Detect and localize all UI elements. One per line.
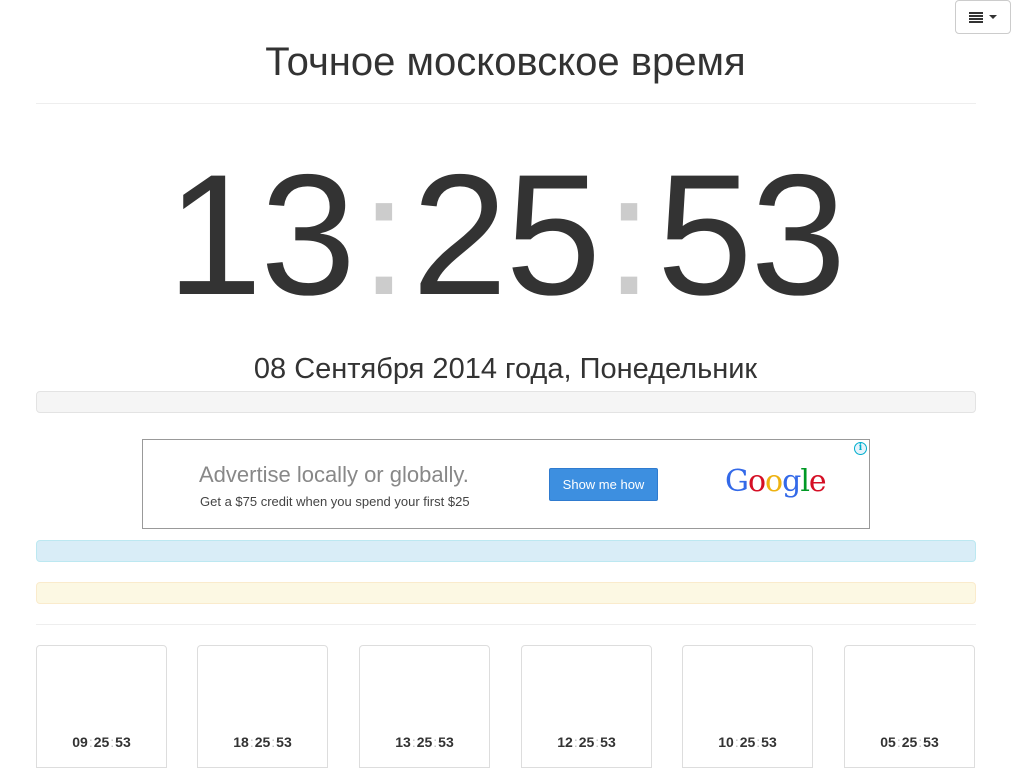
city-clock-separator: : xyxy=(88,734,93,750)
city-clock-hours: 09 xyxy=(72,734,88,750)
ad-show-me-how-button[interactable]: Show me how xyxy=(549,468,658,501)
city-clock-card[interactable]: 18:25:53 xyxy=(197,645,328,768)
city-clock-card[interactable]: 09:25:53 xyxy=(36,645,167,768)
city-clock-hours: 12 xyxy=(557,734,573,750)
clock-separator: : xyxy=(360,139,408,331)
divider xyxy=(36,624,976,625)
city-clock-card[interactable]: 05:25:53 xyxy=(844,645,975,768)
city-clock-separator: : xyxy=(734,734,739,750)
city-clock-hours: 13 xyxy=(395,734,411,750)
ad-info-icon[interactable]: i xyxy=(854,442,867,455)
google-logo-letter: g xyxy=(782,464,801,499)
city-clock-seconds: 53 xyxy=(761,734,777,750)
city-clock-card[interactable]: 13:25:53 xyxy=(359,645,490,768)
city-clock-separator: : xyxy=(110,734,115,750)
city-clock-separator: : xyxy=(249,734,254,750)
main-clock: 13 : 25 : 53 xyxy=(0,139,1011,331)
city-clock-hours: 18 xyxy=(233,734,249,750)
city-clock-time: 10:25:53 xyxy=(683,734,812,750)
google-logo-letter: G xyxy=(725,464,749,499)
clock-minutes: 25 xyxy=(411,139,601,331)
city-clock-separator: : xyxy=(896,734,901,750)
city-clock-minutes: 25 xyxy=(416,734,433,750)
city-clock-time: 18:25:53 xyxy=(198,734,327,750)
ad-banner[interactable]: i Advertise locally or globally. Get a $… xyxy=(142,439,870,529)
date-line: 08 Сентября 2014 года, Понедельник xyxy=(253,353,758,385)
google-logo-letter: e xyxy=(808,464,827,499)
city-clock-separator: : xyxy=(271,734,276,750)
city-clock-seconds: 53 xyxy=(438,734,454,750)
city-clock-separator: : xyxy=(411,734,416,750)
menu-dropdown-button[interactable] xyxy=(955,0,1011,34)
city-clock-minutes: 25 xyxy=(739,734,756,750)
city-clock-separator: : xyxy=(918,734,923,750)
city-clock-hours: 10 xyxy=(718,734,734,750)
city-clock-seconds: 53 xyxy=(923,734,939,750)
list-icon xyxy=(969,11,983,23)
city-clock-minutes: 25 xyxy=(254,734,271,750)
city-clock-seconds: 53 xyxy=(276,734,292,750)
city-clock-time: 13:25:53 xyxy=(360,734,489,750)
city-clock-separator: : xyxy=(433,734,438,750)
page-title: Точное московское время xyxy=(265,40,746,84)
google-logo[interactable]: Google xyxy=(725,464,827,499)
google-logo-letter: o xyxy=(765,464,783,499)
city-clock-time: 09:25:53 xyxy=(37,734,166,750)
divider xyxy=(36,103,976,104)
city-clock-time: 12:25:53 xyxy=(522,734,651,750)
city-clock-card[interactable]: 12:25:53 xyxy=(521,645,652,768)
clock-seconds: 53 xyxy=(656,139,846,331)
city-clock-hours: 05 xyxy=(880,734,896,750)
ad-headline[interactable]: Advertise locally or globally. xyxy=(199,462,469,488)
ad-subline[interactable]: Get a $75 credit when you spend your fir… xyxy=(200,494,470,509)
city-clock-card[interactable]: 10:25:53 xyxy=(682,645,813,768)
city-clock-time: 05:25:53 xyxy=(845,734,974,750)
city-clock-minutes: 25 xyxy=(578,734,595,750)
google-logo-letter: l xyxy=(800,464,810,499)
city-clock-separator: : xyxy=(573,734,578,750)
info-bar xyxy=(36,540,976,562)
city-clock-separator: : xyxy=(756,734,761,750)
warning-bar xyxy=(36,582,976,604)
google-logo-letter: o xyxy=(747,464,766,499)
city-clock-seconds: 53 xyxy=(115,734,131,750)
well-bar xyxy=(36,391,976,413)
city-clock-separator: : xyxy=(595,734,600,750)
city-clock-seconds: 53 xyxy=(600,734,616,750)
city-clocks: 09:25:53 18:25:53 13:25:53 12:25:53 10:25:53… xyxy=(36,645,976,768)
city-clock-minutes: 25 xyxy=(93,734,110,750)
clock-hours: 13 xyxy=(166,139,356,331)
caret-down-icon xyxy=(989,15,997,19)
city-clock-minutes: 25 xyxy=(901,734,918,750)
clock-separator: : xyxy=(605,139,653,331)
